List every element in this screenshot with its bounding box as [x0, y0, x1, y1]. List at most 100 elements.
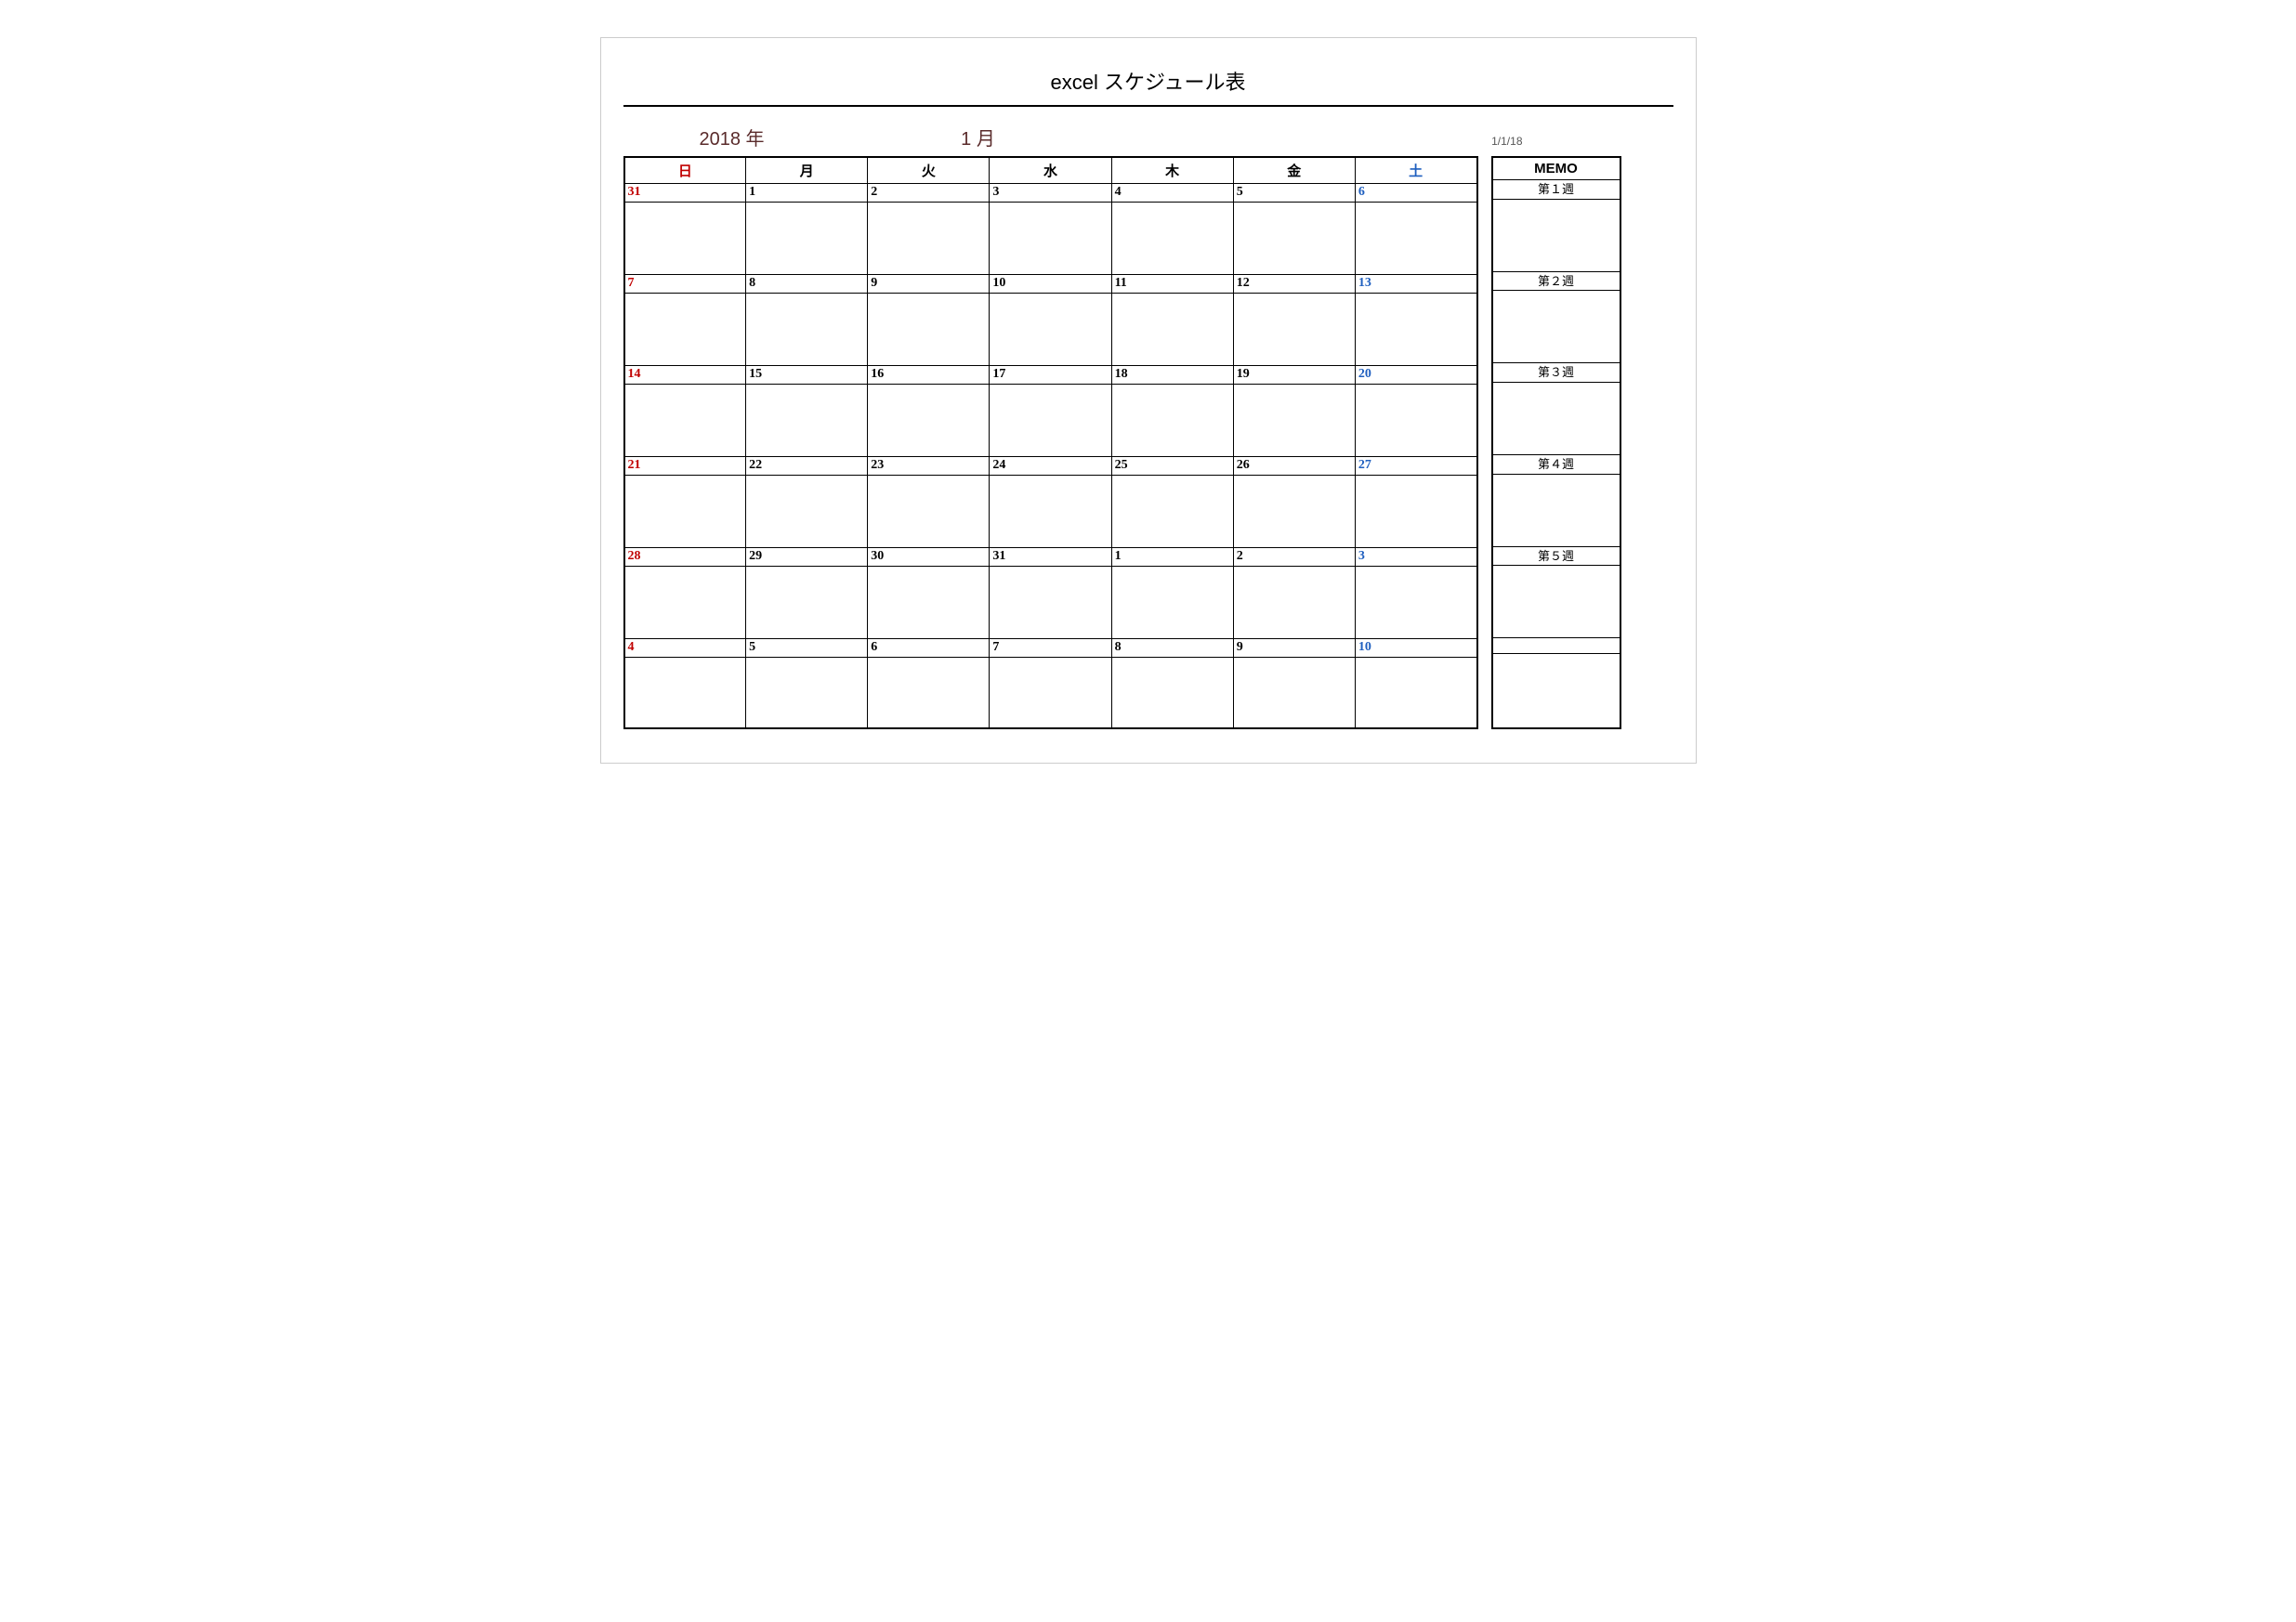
- memo-table: MEMO 第１週 第２週 第３週 第４週 第５週: [1491, 156, 1621, 729]
- day-cell: 14: [624, 366, 746, 457]
- memo-week-label: 第５週: [1493, 547, 1620, 567]
- day-number: 9: [868, 275, 989, 294]
- day-cell: 8: [746, 275, 868, 366]
- memo-week-label: 第２週: [1493, 272, 1620, 292]
- memo-cell: [1492, 638, 1620, 728]
- day-cell: 9: [1233, 639, 1355, 728]
- header-wed: 水: [990, 157, 1111, 184]
- day-cell: 17: [990, 366, 1111, 457]
- day-number: 6: [868, 639, 989, 658]
- day-number: 9: [1234, 639, 1355, 658]
- day-number: 4: [625, 639, 746, 658]
- day-cell: 1: [1111, 548, 1233, 639]
- day-cell: 26: [1233, 457, 1355, 548]
- day-number: 25: [1112, 457, 1233, 476]
- memo-cell: 第１週: [1492, 180, 1620, 272]
- day-cell: 7: [990, 639, 1111, 728]
- header-sun: 日: [624, 157, 746, 184]
- day-cell: 27: [1355, 457, 1476, 548]
- day-number: 21: [625, 457, 746, 476]
- day-number: 6: [1356, 184, 1476, 203]
- day-number: 3: [990, 184, 1110, 203]
- day-number: 5: [1234, 184, 1355, 203]
- day-cell: 4: [624, 639, 746, 728]
- memo-cell: 第３週: [1492, 363, 1620, 455]
- day-number: 31: [990, 548, 1110, 567]
- day-number: 4: [1112, 184, 1233, 203]
- day-cell: 21: [624, 457, 746, 548]
- day-number: 7: [625, 275, 746, 294]
- day-cell: 3: [1355, 548, 1476, 639]
- calendar-table: 日 月 火 水 木 金 土 31 1 2 3 4 5 6: [623, 156, 1478, 729]
- memo-week-label: 第１週: [1493, 180, 1620, 200]
- day-cell: 1: [746, 184, 868, 275]
- week-row: 14 15 16 17 18 19 20: [624, 366, 1477, 457]
- day-cell: 3: [990, 184, 1111, 275]
- day-number: 20: [1356, 366, 1476, 385]
- day-number: 7: [990, 639, 1110, 658]
- day-cell: 16: [868, 366, 990, 457]
- day-cell: 19: [1233, 366, 1355, 457]
- day-cell: 31: [990, 548, 1111, 639]
- day-number: 31: [625, 184, 746, 203]
- day-number: 19: [1234, 366, 1355, 385]
- day-number: 5: [746, 639, 867, 658]
- day-cell: 12: [1233, 275, 1355, 366]
- day-number: 24: [990, 457, 1110, 476]
- day-number: 16: [868, 366, 989, 385]
- week-row: 4 5 6 7 8 9 10: [624, 639, 1477, 728]
- day-cell: 25: [1111, 457, 1233, 548]
- day-cell: 23: [868, 457, 990, 548]
- day-cell: 29: [746, 548, 868, 639]
- day-cell: 30: [868, 548, 990, 639]
- week-row: 7 8 9 10 11 12 13: [624, 275, 1477, 366]
- day-cell: 13: [1355, 275, 1476, 366]
- day-cell: 4: [1111, 184, 1233, 275]
- day-number: 1: [1112, 548, 1233, 567]
- day-number: 26: [1234, 457, 1355, 476]
- day-cell: 31: [624, 184, 746, 275]
- day-number: 13: [1356, 275, 1476, 294]
- day-cell: 22: [746, 457, 868, 548]
- calendar-container: 日 月 火 水 木 金 土 31 1 2 3 4 5 6: [623, 156, 1673, 729]
- memo-cell: 第４週: [1492, 454, 1620, 546]
- document-page: excel スケジュール表 2018 年 1 月 1/1/18 日 月 火 水 …: [600, 37, 1697, 764]
- day-cell: 9: [868, 275, 990, 366]
- day-cell: 20: [1355, 366, 1476, 457]
- day-number: 3: [1356, 548, 1476, 567]
- day-cell: 15: [746, 366, 868, 457]
- day-number: 30: [868, 548, 989, 567]
- day-number: 10: [1356, 639, 1476, 658]
- day-cell: 10: [1355, 639, 1476, 728]
- month-label: 1 月: [839, 124, 1118, 150]
- memo-week-label: 第４週: [1493, 455, 1620, 475]
- day-cell: 11: [1111, 275, 1233, 366]
- day-cell: 28: [624, 548, 746, 639]
- day-number: 23: [868, 457, 989, 476]
- memo-week-label: [1493, 638, 1620, 654]
- header-fri: 金: [1233, 157, 1355, 184]
- day-number: 10: [990, 275, 1110, 294]
- day-cell: 18: [1111, 366, 1233, 457]
- day-number: 14: [625, 366, 746, 385]
- reference-date: 1/1/18: [1491, 135, 1671, 148]
- memo-cell: 第２週: [1492, 271, 1620, 363]
- day-cell: 7: [624, 275, 746, 366]
- day-cell: 24: [990, 457, 1111, 548]
- header-mon: 月: [746, 157, 868, 184]
- day-number: 2: [868, 184, 989, 203]
- day-header-row: 日 月 火 水 木 金 土: [624, 157, 1477, 184]
- day-number: 11: [1112, 275, 1233, 294]
- day-number: 17: [990, 366, 1110, 385]
- day-cell: 8: [1111, 639, 1233, 728]
- memo-cell: 第５週: [1492, 546, 1620, 638]
- day-number: 27: [1356, 457, 1476, 476]
- day-number: 1: [746, 184, 867, 203]
- week-row: 21 22 23 24 25 26 27: [624, 457, 1477, 548]
- day-number: 12: [1234, 275, 1355, 294]
- week-row: 31 1 2 3 4 5 6: [624, 184, 1477, 275]
- week-row: 28 29 30 31 1 2 3: [624, 548, 1477, 639]
- day-number: 29: [746, 548, 867, 567]
- day-cell: 2: [1233, 548, 1355, 639]
- meta-row: 2018 年 1 月 1/1/18: [623, 124, 1673, 150]
